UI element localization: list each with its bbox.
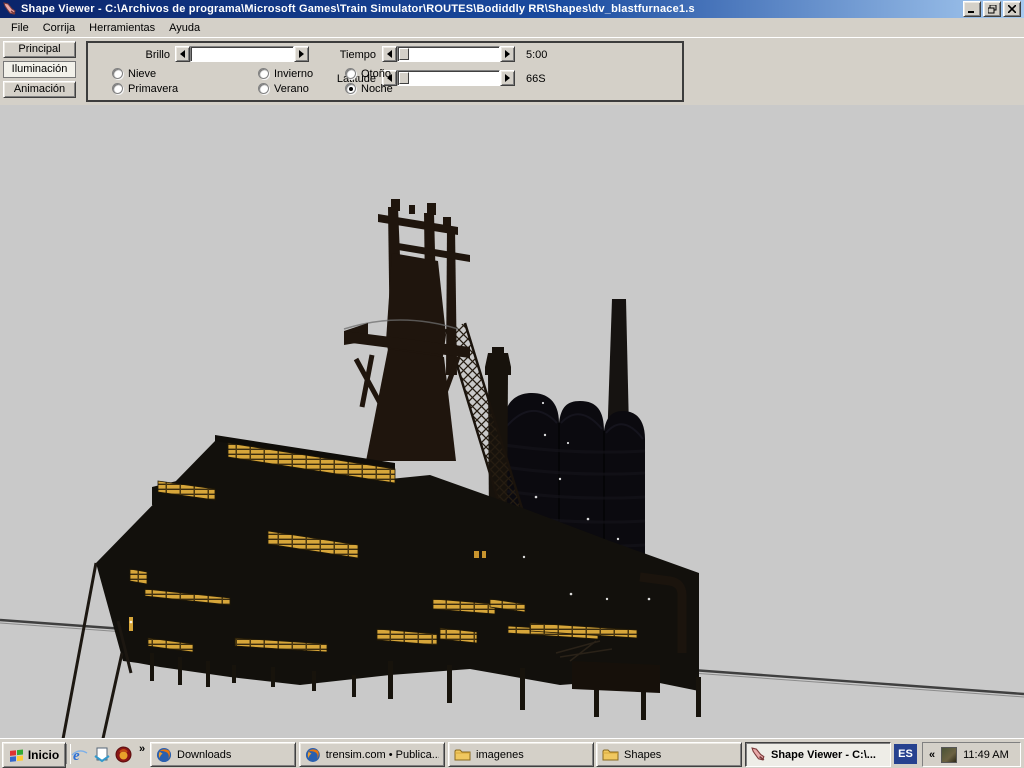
outlook-express-icon[interactable] bbox=[92, 745, 111, 764]
language-indicator[interactable]: ES bbox=[894, 744, 917, 764]
radio-noche[interactable]: Noche bbox=[345, 82, 393, 95]
radio-noche-label: Noche bbox=[361, 83, 393, 95]
menu-herramientas[interactable]: Herramientas bbox=[82, 20, 162, 36]
start-button[interactable]: Inicio bbox=[2, 742, 66, 768]
close-icon bbox=[1008, 5, 1016, 13]
brillo-arrow-right-icon[interactable] bbox=[294, 46, 309, 62]
foundation-box bbox=[572, 661, 660, 693]
brillo-label: Brillo bbox=[110, 49, 170, 61]
window-title: Shape Viewer - C:\Archivos de programa\M… bbox=[21, 3, 963, 15]
tiempo-label: Tiempo bbox=[326, 49, 376, 61]
menu-file[interactable]: File bbox=[4, 20, 36, 36]
restore-icon bbox=[988, 5, 997, 14]
radio-otono[interactable]: Otoño bbox=[345, 67, 391, 80]
blast-furnace-model bbox=[0, 105, 1024, 738]
radio-verano-circle[interactable] bbox=[258, 83, 269, 94]
folder-icon bbox=[454, 748, 471, 762]
menu-ayuda[interactable]: Ayuda bbox=[162, 20, 207, 36]
task-label: Shapes bbox=[624, 749, 661, 761]
menu-bar: File Corrija Herramientas Ayuda bbox=[0, 18, 1024, 37]
tiempo-arrow-right-icon[interactable] bbox=[500, 46, 515, 62]
radio-otono-label: Otoño bbox=[361, 68, 391, 80]
quick-launch-overflow-chevron[interactable]: » bbox=[139, 743, 145, 755]
titlebar[interactable]: Shape Viewer - C:\Archivos de programa\M… bbox=[0, 0, 1024, 18]
internet-explorer-icon[interactable]: e bbox=[70, 745, 89, 764]
windows-logo-icon bbox=[9, 748, 24, 762]
radio-verano[interactable]: Verano bbox=[258, 82, 309, 95]
radio-primavera-label: Primavera bbox=[128, 83, 178, 95]
radio-nieve-label: Nieve bbox=[128, 68, 156, 80]
tab-animacion[interactable]: Animación bbox=[3, 81, 76, 98]
folder-icon bbox=[602, 748, 619, 762]
task-label: Downloads bbox=[177, 749, 231, 761]
latitude-value: 66S bbox=[526, 73, 546, 85]
latitude-arrow-right-icon[interactable] bbox=[500, 70, 515, 86]
tiempo-track[interactable] bbox=[397, 46, 500, 62]
close-button[interactable] bbox=[1003, 1, 1021, 17]
viewport-3d[interactable] bbox=[0, 105, 1024, 738]
tray-chevron[interactable]: « bbox=[929, 749, 935, 761]
tiempo-slider[interactable] bbox=[382, 46, 515, 62]
tray-app-icon[interactable] bbox=[941, 747, 957, 763]
latitude-thumb[interactable] bbox=[399, 72, 409, 84]
radio-primavera-circle[interactable] bbox=[112, 83, 123, 94]
shape-viewer-icon bbox=[751, 747, 766, 762]
blast-furnace-tower bbox=[344, 199, 470, 461]
latitude-slider[interactable] bbox=[382, 70, 515, 86]
restore-button[interactable] bbox=[983, 1, 1001, 17]
tiempo-thumb[interactable] bbox=[399, 48, 409, 60]
tiempo-value: 5:00 bbox=[526, 49, 547, 61]
task-label: Shape Viewer - C:\... bbox=[771, 749, 876, 761]
shape-viewer-icon bbox=[3, 2, 17, 16]
tray-clock: 11:49 AM bbox=[963, 749, 1009, 761]
radio-primavera[interactable]: Primavera bbox=[112, 82, 178, 95]
task-shapes[interactable]: Shapes bbox=[596, 742, 742, 767]
taskbar: Inicio e » bbox=[0, 738, 1024, 768]
radio-nieve-circle[interactable] bbox=[112, 68, 123, 79]
latitude-track[interactable] bbox=[397, 70, 500, 86]
brillo-arrow-left-icon[interactable] bbox=[175, 46, 190, 62]
tab-principal[interactable]: Principal bbox=[3, 41, 76, 58]
radio-invierno[interactable]: Invierno bbox=[258, 67, 313, 80]
firefox-icon bbox=[305, 747, 321, 763]
brillo-slider[interactable] bbox=[175, 46, 309, 62]
minimize-button[interactable] bbox=[963, 1, 981, 17]
system-tray: « 11:49 AM bbox=[922, 742, 1021, 767]
iluminacion-groupbox: Brillo Tiempo 5:00 Latitude 66S bbox=[86, 41, 684, 102]
flame-orb-icon[interactable] bbox=[114, 745, 133, 764]
task-label: trensim.com • Publica... bbox=[326, 749, 439, 761]
radio-invierno-circle[interactable] bbox=[258, 68, 269, 79]
radio-invierno-label: Invierno bbox=[274, 68, 313, 80]
menu-corrija[interactable]: Corrija bbox=[36, 20, 82, 36]
tiempo-arrow-left-icon[interactable] bbox=[382, 46, 397, 62]
svg-text:e: e bbox=[73, 748, 80, 763]
radio-otono-circle[interactable] bbox=[345, 68, 356, 79]
start-label: Inicio bbox=[28, 748, 59, 762]
firefox-icon bbox=[156, 747, 172, 763]
task-trensim[interactable]: trensim.com • Publica... bbox=[299, 742, 445, 767]
minimize-icon bbox=[968, 6, 976, 13]
tab-iluminacion[interactable]: Iluminación bbox=[3, 61, 76, 78]
control-panel: Principal Iluminación Animación Brillo T… bbox=[0, 37, 1024, 105]
radio-verano-label: Verano bbox=[274, 83, 309, 95]
task-downloads[interactable]: Downloads bbox=[150, 742, 296, 767]
radio-nieve[interactable]: Nieve bbox=[112, 67, 156, 80]
shape-viewer-window: Shape Viewer - C:\Archivos de programa\M… bbox=[0, 0, 1024, 768]
task-label: imagenes bbox=[476, 749, 524, 761]
radio-noche-circle[interactable] bbox=[345, 83, 356, 94]
task-shape-viewer[interactable]: Shape Viewer - C:\... bbox=[745, 742, 891, 767]
brillo-track[interactable] bbox=[190, 46, 294, 62]
task-imagenes[interactable]: imagenes bbox=[448, 742, 594, 767]
